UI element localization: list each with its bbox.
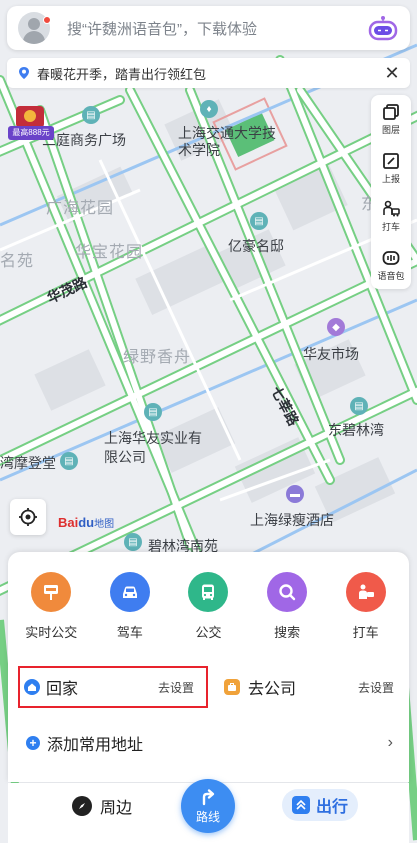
area-label: 三庭商务广场 <box>42 133 126 149</box>
red-packet-badge[interactable]: 最高888元 <box>8 106 54 142</box>
report-icon <box>383 152 399 169</box>
report-button[interactable]: 上报 <box>371 144 411 193</box>
route-arrow-icon <box>202 788 215 805</box>
building-icon[interactable]: ▤ <box>144 403 162 421</box>
quick-bus[interactable]: 公交 <box>172 572 244 642</box>
building-icon[interactable]: ▤ <box>60 452 78 470</box>
voice-pack-icon <box>382 250 400 265</box>
promo-banner[interactable]: 春暖花开季，踏青出行领红包 ✕ <box>7 58 410 88</box>
plus-icon: + <box>26 736 40 750</box>
poi-label[interactable]: 东碧林湾 <box>328 420 384 440</box>
bottom-nav: 周边 路线 出行 <box>8 779 409 843</box>
quick-realtime-bus[interactable]: 实时公交 <box>15 572 87 642</box>
building-icon[interactable]: ▤ <box>124 533 142 551</box>
school-icon[interactable]: ♦ <box>200 100 218 118</box>
chevron-right-icon: › <box>387 734 393 751</box>
map-toolbar: 图层 上报 打车 语音包 <box>371 95 411 289</box>
poi-label[interactable]: 上海绿瘦酒店 <box>250 510 334 530</box>
layers-button[interactable]: 图层 <box>371 95 411 144</box>
quick-drive[interactable]: 驾车 <box>94 572 166 642</box>
briefcase-icon <box>224 679 240 695</box>
hotel-icon[interactable]: ▬ <box>286 485 304 503</box>
poi-label[interactable]: 华友市场 <box>303 344 359 364</box>
quick-actions: 实时公交 驾车 公交 搜索 打车 <box>8 572 409 642</box>
building-icon[interactable]: ▤ <box>350 397 368 415</box>
poi-label[interactable]: 湾摩登堂 <box>0 453 56 473</box>
nav-travel[interactable]: 出行 <box>282 789 358 821</box>
bus-icon <box>188 572 229 612</box>
area-label: 广海花园 <box>46 198 115 217</box>
bus-stop-icon <box>31 572 72 612</box>
taxi-button[interactable]: 打车 <box>371 192 411 241</box>
nav-nearby[interactable]: 周边 <box>72 794 132 818</box>
bottom-panel: 实时公交 驾车 公交 搜索 打车 回家 去设置 去公司 去设置 + 添加常用地址… <box>8 552 409 782</box>
market-icon[interactable]: ◆ <box>327 318 345 336</box>
home-address[interactable]: 回家 去设置 <box>18 666 208 708</box>
home-icon <box>24 679 40 695</box>
compass-icon <box>72 796 92 816</box>
home-set-button[interactable]: 去设置 <box>158 679 194 696</box>
area-label: 名苑 <box>0 251 35 270</box>
poi-label[interactable]: 上海华友实业有限公司 <box>104 430 214 468</box>
car-icon <box>109 572 150 612</box>
notification-dot <box>43 16 51 24</box>
poi-label[interactable]: 上海交通大学技术学院 <box>178 126 278 160</box>
building-icon[interactable]: ▤ <box>82 106 100 124</box>
search-bar[interactable]: 搜“许魏洲语音包”，下载体验 <box>7 6 410 50</box>
locate-button[interactable] <box>10 499 46 535</box>
layers-icon <box>383 104 399 121</box>
red-packet-tag: 最高888元 <box>8 126 54 140</box>
common-addresses: 回家 去设置 去公司 去设置 <box>8 664 409 710</box>
taxi-icon <box>345 572 386 612</box>
search-input[interactable]: 搜“许魏洲语音包”，下载体验 <box>67 18 368 39</box>
work-set-button[interactable]: 去设置 <box>358 679 394 696</box>
taxi-icon <box>383 200 400 217</box>
work-address[interactable]: 去公司 去设置 <box>222 666 400 708</box>
quick-taxi[interactable]: 打车 <box>330 572 402 642</box>
voice-pack-button[interactable]: 语音包 <box>371 241 411 290</box>
search-icon <box>267 572 308 612</box>
add-common-address[interactable]: + 添加常用地址 › <box>8 728 409 758</box>
location-pin-icon <box>19 67 29 79</box>
locate-icon <box>19 508 37 526</box>
area-label: 绿野香舟 <box>123 347 192 366</box>
promo-text: 春暖花开季，踏青出行领红包 <box>37 66 207 82</box>
nav-route[interactable]: 路线 <box>181 779 235 833</box>
area-label: 华宝花园 <box>75 242 144 261</box>
travel-icon <box>291 796 310 814</box>
baidu-map-logo: Baidu地图 <box>58 515 115 530</box>
close-icon[interactable]: ✕ <box>380 61 404 85</box>
building-icon[interactable]: ▤ <box>250 212 268 230</box>
quick-search[interactable]: 搜索 <box>251 572 323 642</box>
voice-assistant-icon[interactable] <box>368 15 398 41</box>
poi-label[interactable]: 亿豪名邸 <box>228 236 284 256</box>
